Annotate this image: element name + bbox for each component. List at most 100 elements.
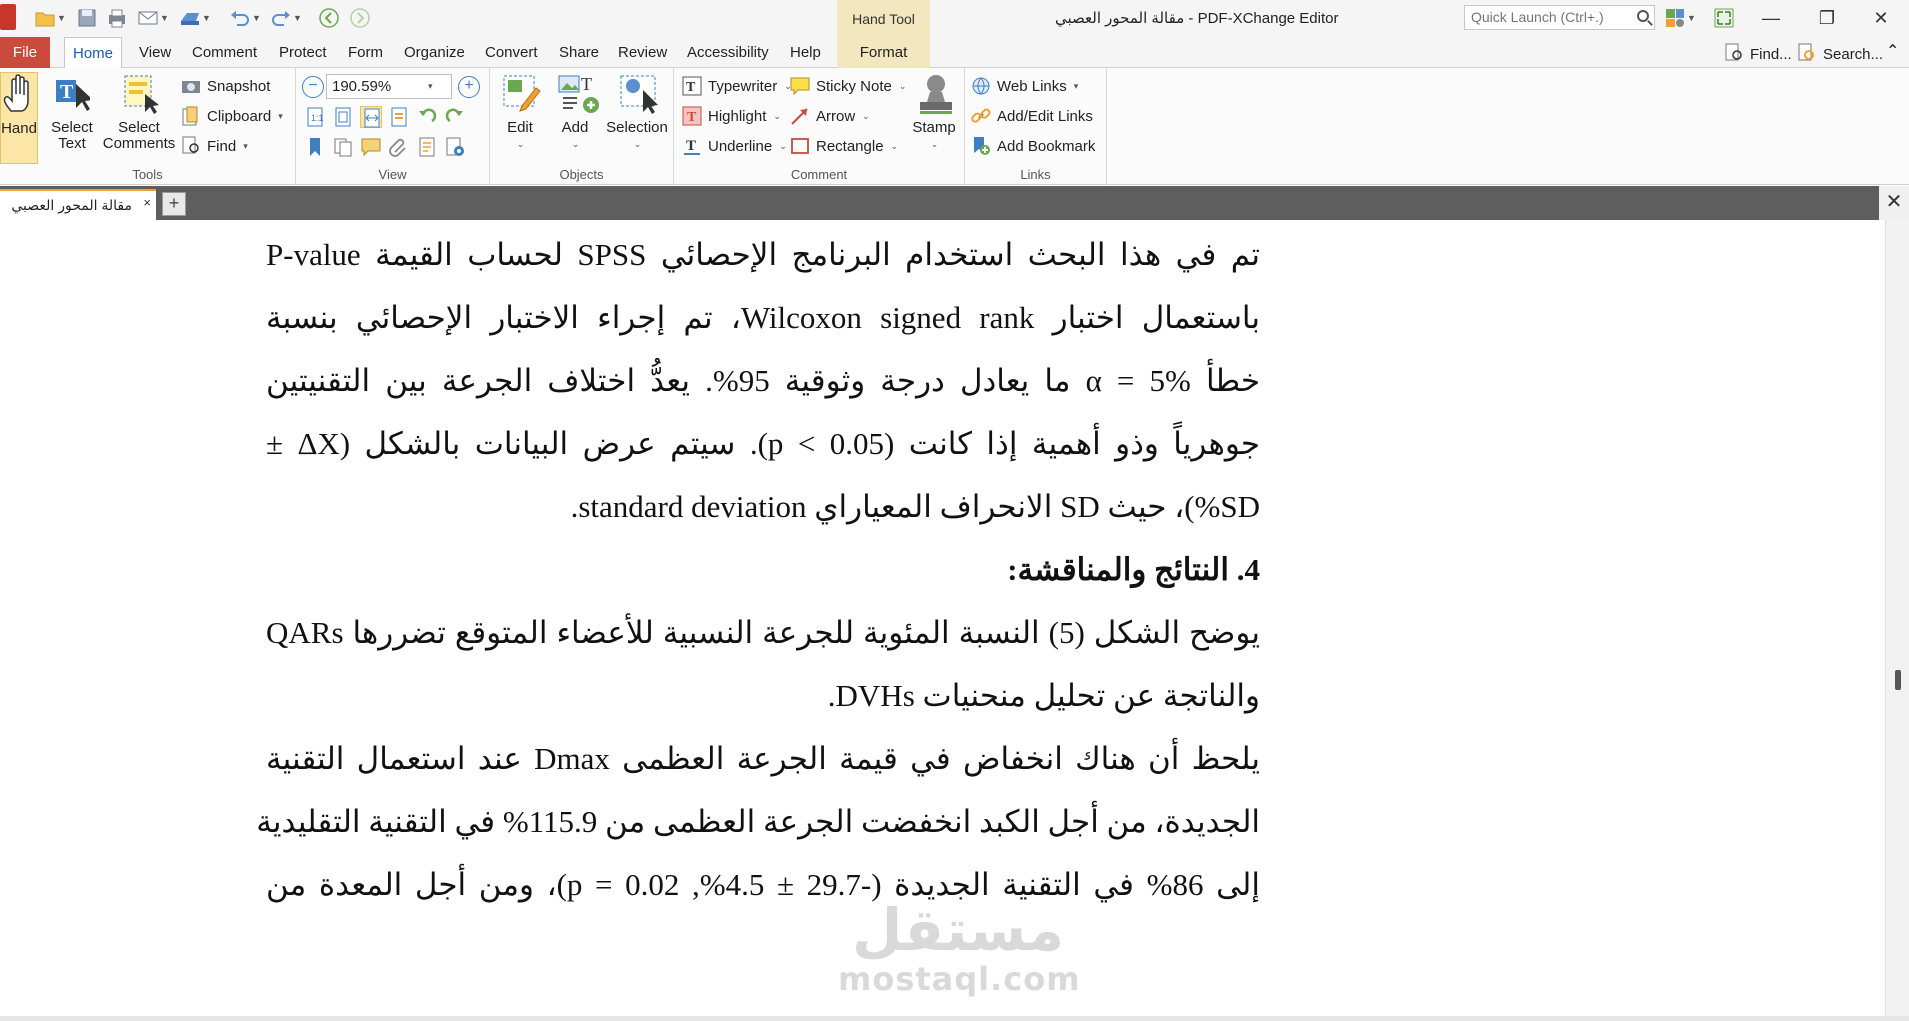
search-button[interactable]: Search...	[1797, 43, 1883, 65]
document-properties-icon[interactable]	[416, 136, 438, 158]
typewriter-button[interactable]: T Typewriter ⌄	[682, 74, 792, 98]
tab-home[interactable]: Home	[64, 37, 123, 69]
zoom-in-button[interactable]: +	[458, 76, 480, 98]
tab-view[interactable]: View	[137, 37, 173, 68]
comments-panel-icon[interactable]	[360, 136, 382, 158]
thumbnails-icon[interactable]	[332, 136, 354, 158]
chevron-down-icon: ⌄	[516, 139, 525, 149]
snapshot-button[interactable]: Snapshot	[181, 74, 270, 98]
undo-button[interactable]: ▼	[229, 6, 261, 30]
full-screen-button[interactable]	[1713, 6, 1735, 30]
add-edit-links-button[interactable]: Add/Edit Links	[971, 104, 1093, 128]
tab-comment[interactable]: Comment	[190, 37, 259, 68]
tab-help[interactable]: Help	[788, 37, 823, 68]
rotate-right-icon[interactable]	[444, 106, 466, 128]
web-links-button[interactable]: Web Links ▾	[971, 74, 1078, 98]
email-button[interactable]: ▼	[137, 6, 169, 30]
text-line: باستعمال اختبار Wilcoxon signed rank، تم…	[266, 300, 1260, 335]
links-group: Web Links ▾ Add/Edit Links Add Bookmark …	[965, 68, 1107, 185]
chevron-down-icon[interactable]: ▼	[57, 13, 66, 23]
pdf-page[interactable]: تم في هذا البحث استخدام البرنامج الإحصائ…	[0, 220, 1885, 1021]
ui-options-button[interactable]: ▼	[1664, 6, 1696, 30]
fit-width-icon[interactable]	[360, 106, 382, 128]
collapse-ribbon-button[interactable]: ⌃	[1886, 41, 1899, 61]
underline-button[interactable]: T Underline ⌄	[682, 134, 787, 158]
new-tab-button[interactable]: +	[162, 192, 186, 216]
actual-size-icon[interactable]: 1:1	[304, 106, 326, 128]
restore-button[interactable]: ❐	[1799, 0, 1855, 37]
chevron-down-icon[interactable]: ▼	[293, 13, 302, 23]
save-button[interactable]	[76, 6, 98, 30]
chevron-down-icon: ▾	[1073, 80, 1079, 91]
open-button[interactable]: ▼	[34, 6, 66, 30]
redo-button[interactable]: ▼	[270, 6, 302, 30]
clipboard-button[interactable]: Clipboard ▾	[181, 104, 283, 128]
link-icon	[971, 106, 991, 126]
zoom-input[interactable]	[327, 78, 427, 95]
find-icon	[181, 136, 201, 156]
tab-share[interactable]: Share	[557, 37, 601, 68]
chevron-down-icon[interactable]: ▾	[428, 81, 433, 92]
quick-launch-input[interactable]	[1465, 6, 1625, 28]
chevron-down-icon[interactable]: ▼	[202, 13, 211, 23]
add-label: Add	[561, 119, 589, 136]
find-button[interactable]: Find...	[1724, 43, 1792, 65]
select-comments-button[interactable]: Select Comments	[101, 72, 177, 152]
file-menu[interactable]: File	[0, 37, 50, 68]
tab-format[interactable]: Format	[837, 37, 930, 68]
tab-protect[interactable]: Protect	[277, 37, 329, 68]
tab-form[interactable]: Form	[346, 37, 385, 68]
chevron-down-icon[interactable]: ▼	[160, 13, 169, 23]
document-viewer[interactable]: تم في هذا البحث استخدام البرنامج الإحصائ…	[0, 220, 1909, 1021]
attachments-icon[interactable]	[388, 136, 410, 158]
chevron-down-icon: ⌄	[862, 110, 870, 121]
rectangle-button[interactable]: Rectangle ⌄	[790, 134, 898, 158]
select-text-label-2: Text	[58, 135, 86, 152]
close-window-button[interactable]: ✕	[1853, 0, 1909, 37]
vertical-scrollbar[interactable]	[1885, 220, 1909, 1021]
highlight-icon: T	[682, 106, 702, 126]
minimize-button[interactable]: —	[1743, 0, 1799, 37]
zoom-out-button[interactable]: −	[302, 76, 324, 98]
scan-button[interactable]: ▼	[179, 6, 211, 30]
tab-convert[interactable]: Convert	[483, 37, 540, 68]
hand-tool-button[interactable]: Hand	[0, 72, 38, 164]
underline-icon: T	[682, 136, 702, 156]
add-button[interactable]: T Add ⌄	[550, 72, 600, 152]
tab-review[interactable]: Review	[616, 37, 669, 68]
stamp-button[interactable]: Stamp ⌄	[908, 72, 960, 152]
chevron-down-icon[interactable]: ▼	[1687, 13, 1696, 23]
edit-button[interactable]: Edit ⌄	[496, 72, 544, 152]
add-bookmark-button[interactable]: Add Bookmark	[971, 134, 1095, 158]
document-tab[interactable]: مقالة المحور العصبي ×	[0, 189, 156, 220]
scrollbar-thumb[interactable]	[1895, 670, 1901, 690]
underline-label: Underline	[708, 137, 773, 155]
highlight-button[interactable]: T Highlight ⌄	[682, 104, 781, 128]
watermark: مستقل mostaql.com	[838, 900, 1080, 998]
tab-organize[interactable]: Organize	[402, 37, 467, 68]
select-text-label-1: Select	[51, 119, 93, 136]
close-tab-icon[interactable]: ×	[143, 195, 151, 210]
bookmark-icon[interactable]	[304, 136, 326, 158]
fit-visible-icon[interactable]	[388, 106, 410, 128]
select-text-button[interactable]: T Select Text	[48, 72, 96, 152]
selection-button[interactable]: Selection ⌄	[606, 72, 668, 152]
save-icon	[76, 7, 98, 29]
previous-view-button[interactable]	[318, 6, 340, 30]
preferences-icon[interactable]	[444, 136, 466, 158]
next-view-button[interactable]	[349, 6, 371, 30]
chevron-down-icon[interactable]: ▼	[252, 13, 261, 23]
quick-launch-box[interactable]	[1464, 5, 1655, 30]
close-document-button[interactable]: ✕	[1879, 186, 1909, 220]
search-icon[interactable]	[1637, 10, 1649, 22]
sticky-note-label: Sticky Note	[816, 77, 892, 95]
rotate-left-icon[interactable]	[416, 106, 438, 128]
print-button[interactable]	[106, 6, 128, 30]
zoom-level-box[interactable]: ▾	[326, 74, 452, 99]
tab-accessibility[interactable]: Accessibility	[685, 37, 771, 68]
fit-page-icon[interactable]	[332, 106, 354, 128]
sticky-note-button[interactable]: Sticky Note ⌄	[790, 74, 906, 98]
svg-text:T: T	[60, 81, 74, 103]
arrow-button[interactable]: Arrow ⌄	[790, 104, 870, 128]
find-tool-button[interactable]: Find ▾	[181, 134, 248, 158]
